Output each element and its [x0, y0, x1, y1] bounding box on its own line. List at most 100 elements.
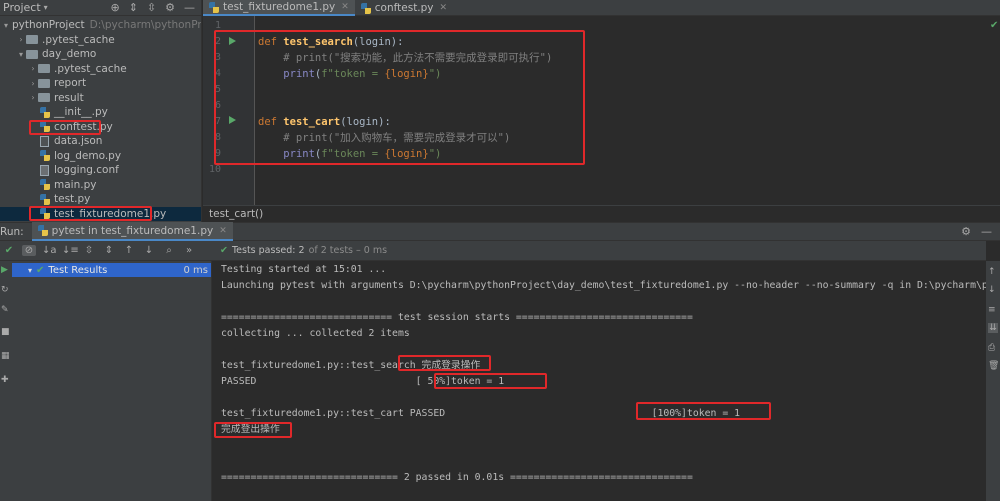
test-results-label: Test Results — [48, 264, 108, 276]
close-icon[interactable]: ✕ — [440, 3, 448, 13]
wrench-icon[interactable]: ✎ — [1, 305, 9, 315]
console-side-toolbar: ↑ ↓ ≡ ⇊ ⎙ 🗑 — [986, 261, 1000, 501]
sort-duration-icon[interactable]: ↓≡ — [62, 245, 79, 256]
console-output[interactable]: Testing started at 15:01 ... Launching py… — [212, 261, 986, 501]
tab-label: conftest.py — [374, 2, 434, 14]
scroll-up-icon[interactable]: ↑ — [988, 267, 996, 277]
gear-icon[interactable]: ⚙ — [961, 225, 971, 238]
code-line: print(f"token = {login}") — [283, 148, 442, 160]
code-editor[interactable]: def test_search(login): # print("搜索功能，此方… — [256, 16, 986, 205]
tab-conftest[interactable]: conftest.py ✕ — [355, 0, 453, 16]
collapse-all-icon[interactable]: ⇕ — [102, 245, 116, 256]
line-number: 10 — [208, 164, 221, 175]
tree-item[interactable]: main.py — [0, 178, 201, 193]
tree-item[interactable]: ▾ day_demo — [0, 47, 201, 62]
status-prefix: Tests passed: — [231, 245, 296, 256]
tree-item-label: main.py — [54, 178, 97, 191]
test-runner-toolbar: ✔ ⊘ ↓a ↓≡ ⇳ ⇕ ↑ ↓ ⌕ » — [0, 241, 212, 261]
close-icon[interactable]: ✕ — [219, 226, 227, 236]
code-line: def test_cart(login): — [258, 116, 391, 128]
show-passed-icon[interactable]: ✔ — [2, 245, 16, 256]
folder-icon — [26, 49, 38, 59]
sort-alpha-icon[interactable]: ↓a — [42, 245, 57, 256]
show-ignored-icon[interactable]: ⊘ — [22, 245, 36, 256]
tree-item[interactable]: conftest.py — [0, 120, 201, 135]
tree-item[interactable]: › .pytest_cache — [0, 33, 201, 48]
console-line: collecting ... collected 2 items — [221, 328, 410, 339]
project-title[interactable]: Project — [3, 1, 41, 14]
chevron-right-icon[interactable]: › — [28, 93, 38, 102]
tree-item[interactable]: test_fixturedome1.py — [0, 206, 201, 221]
chevron-right-icon[interactable]: › — [28, 64, 38, 73]
chevron-right-icon[interactable]: › — [16, 35, 26, 44]
tree-item[interactable]: log_demo.py — [0, 149, 201, 164]
previous-icon[interactable]: ↑ — [122, 245, 136, 256]
gear-icon[interactable]: ⚙ — [165, 1, 175, 14]
soft-wrap-icon[interactable]: ≡ — [988, 305, 996, 315]
tree-item[interactable]: › report — [0, 76, 201, 91]
locate-icon[interactable]: ⊕ — [110, 1, 119, 14]
search-icon[interactable]: ⌕ — [162, 245, 176, 256]
python-file-icon — [40, 106, 50, 118]
expand-icon[interactable]: ⇳ — [147, 1, 156, 14]
tree-item[interactable]: logging.conf — [0, 163, 201, 178]
tree-item[interactable]: › .pytest_cache — [0, 62, 201, 77]
folder-icon — [38, 78, 50, 88]
console-line: Testing started at 15:01 ... — [221, 264, 387, 275]
tab-test-fixturedome1[interactable]: test_fixturedome1.py ✕ — [203, 0, 355, 16]
run-test-icon[interactable] — [229, 37, 236, 45]
next-icon[interactable]: ↓ — [142, 245, 156, 256]
chevron-down-icon[interactable]: ▾ — [44, 3, 48, 12]
tree-item[interactable]: data.json — [0, 134, 201, 149]
console-line: Launching pytest with arguments D:\pycha… — [221, 280, 986, 291]
line-number: 9 — [214, 148, 221, 159]
project-panel: Project ▾ ⊕ ⇕ ⇳ ⚙ — ▾ pythonProject D:\pyc… — [0, 0, 202, 222]
console-line: ============================== 2 passed … — [221, 472, 693, 483]
project-header: Project ▾ ⊕ ⇕ ⇳ ⚙ — — [0, 0, 201, 16]
rerun-icon[interactable]: ▶ — [1, 265, 8, 275]
code-line: def test_search(login): — [258, 36, 404, 48]
tree-item[interactable]: ▾ pythonProject D:\pycharm\pythonProject — [0, 18, 201, 33]
tree-item-label: test.py — [54, 193, 91, 206]
collapse-all-icon[interactable]: ⇕ — [129, 1, 138, 14]
test-tree: ▾ ✔ Test Results 0 ms — [12, 261, 212, 501]
breadcrumb-item[interactable]: test_cart() — [209, 208, 263, 220]
rerun-failed-icon[interactable]: ↻ — [1, 285, 9, 295]
scroll-to-end-icon[interactable]: ⇊ — [988, 323, 998, 333]
layout-icon[interactable]: ▦ — [1, 351, 10, 361]
editor-scrollbar[interactable] — [986, 16, 1000, 205]
scroll-down-icon[interactable]: ↓ — [988, 285, 996, 295]
chevron-right-icon[interactable]: › — [28, 79, 38, 88]
console-line: ============================= test sessi… — [221, 312, 693, 323]
close-icon[interactable]: ✕ — [341, 2, 349, 12]
tree-item-label: .pytest_cache — [42, 33, 115, 46]
hide-icon[interactable]: — — [184, 1, 195, 14]
tree-item[interactable]: test.py — [0, 192, 201, 207]
code-line: # print("加入购物车，需要完成登录才可以") — [258, 132, 511, 144]
run-header: Run: pytest in test_fixturedome1.py ✕ ⚙ … — [0, 222, 1000, 241]
print-icon[interactable]: ⎙ — [988, 343, 995, 353]
line-number: 2 — [214, 36, 221, 47]
chevron-down-icon[interactable]: ▾ — [16, 50, 26, 59]
code-line: # print("搜索功能，此方法不需要完成登录即可执行") — [258, 52, 553, 64]
trash-icon[interactable]: 🗑 — [988, 361, 999, 371]
python-file-icon — [40, 208, 50, 220]
expand-all-icon[interactable]: ⇳ — [82, 245, 96, 256]
line-number: 6 — [214, 100, 221, 111]
chevron-down-icon[interactable]: ▾ — [4, 21, 8, 30]
breadcrumb: test_cart() — [203, 205, 1000, 222]
tree-item-label: __init__.py — [54, 106, 108, 119]
console-line: test_fixturedome1.py::test_cart PASSED [… — [221, 408, 741, 419]
more-icon[interactable]: » — [182, 245, 196, 256]
pin-icon[interactable]: ✚ — [1, 375, 9, 385]
hide-icon[interactable]: — — [981, 225, 992, 238]
passed-check-icon: ✔ — [220, 245, 228, 256]
stop-icon[interactable]: ■ — [1, 327, 10, 337]
run-test-icon[interactable] — [229, 116, 236, 124]
chevron-down-icon[interactable]: ▾ — [28, 266, 32, 275]
tree-item[interactable]: __init__.py — [0, 105, 201, 120]
run-tab[interactable]: pytest in test_fixturedome1.py ✕ — [31, 222, 233, 241]
tree-item-label: log_demo.py — [54, 149, 122, 162]
tree-item[interactable]: › result — [0, 91, 201, 106]
test-results-row[interactable]: ▾ ✔ Test Results 0 ms — [12, 263, 211, 277]
